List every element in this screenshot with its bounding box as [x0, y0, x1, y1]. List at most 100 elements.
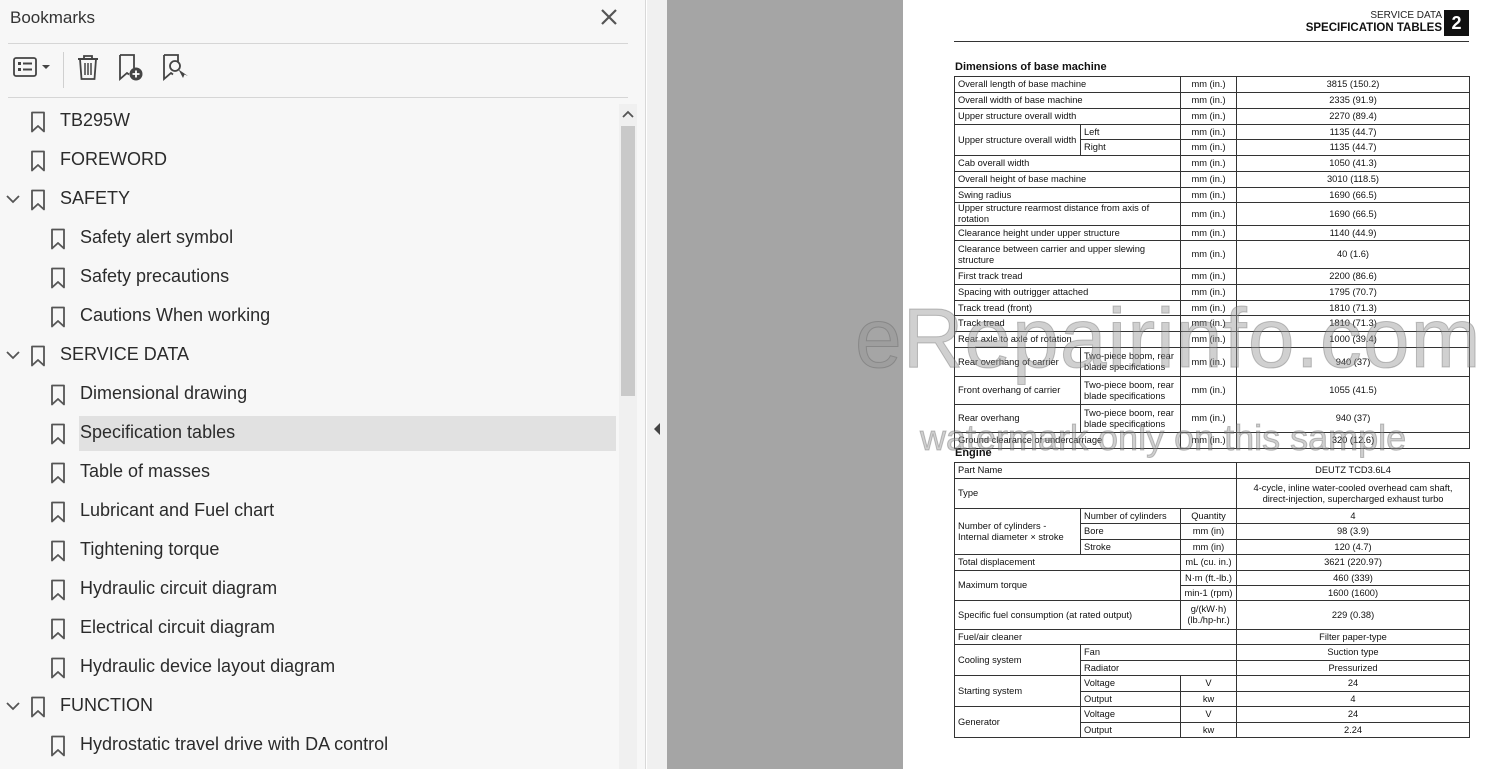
table-cell: Overall width of base machine [953, 92, 1182, 109]
bookmark-icon [50, 228, 66, 250]
dimensions-heading: Dimensions of base machine [955, 61, 1107, 73]
page-title: SPECIFICATION TABLES [1305, 22, 1442, 34]
delete-bookmark-button[interactable] [72, 52, 104, 86]
table-cell: Two-piece boom, rear blade specification… [1079, 376, 1182, 405]
bookmark-label: Specification tables [80, 422, 236, 442]
table-cell: min-1 (rpm) [1179, 585, 1238, 601]
bookmark-item[interactable]: SERVICE DATA [0, 338, 616, 372]
table-cell: 2200 (86.6) [1236, 268, 1471, 285]
table-cell: 229 (0.38) [1236, 600, 1471, 630]
table-cell: 4 [1236, 508, 1471, 524]
table-cell: Cooling system [954, 644, 1081, 676]
table-cell: 3815 (150.2) [1236, 76, 1471, 93]
table-cell: Rear axle to axle of rotation [953, 331, 1182, 348]
table-cell: 24 [1236, 675, 1471, 692]
document-page: SERVICE DATA SPECIFICATION TABLES 2 Dime… [903, 0, 1499, 769]
table-cell: 940 (37) [1236, 347, 1471, 377]
table-cell: mL (cu. in.) [1179, 554, 1238, 571]
table-cell: 1600 (1600) [1236, 585, 1471, 601]
bookmark-item[interactable]: Lubricant and Fuel chart [0, 494, 616, 528]
bookmark-icon [50, 579, 66, 601]
delete-icon [75, 53, 101, 86]
bookmark-label: FOREWORD [60, 149, 167, 169]
bookmark-item[interactable]: Tightening torque [0, 533, 616, 567]
panel-splitter[interactable] [647, 0, 667, 769]
table-cell: 3010 (118.5) [1236, 171, 1471, 188]
bookmark-item[interactable]: FOREWORD [0, 143, 616, 177]
find-bookmark-button[interactable] [156, 52, 192, 86]
table-cell: Number of cylinders - Internal diameter … [954, 508, 1081, 555]
bookmark-item[interactable]: Electrical circuit diagram [0, 611, 616, 645]
table-cell: mm (in.) [1180, 225, 1238, 241]
table-cell: Bore [1080, 523, 1181, 540]
bookmark-label: Tightening torque [80, 539, 220, 559]
bookmark-item[interactable]: TB295W [0, 104, 616, 138]
document-background [667, 0, 903, 769]
table-cell: Clearance between carrier and upper slew… [953, 240, 1182, 269]
table-cell: mm (in.) [1180, 315, 1238, 332]
table-cell: Upper structure overall width [953, 108, 1182, 125]
table-cell: 1690 (66.5) [1236, 202, 1471, 226]
bookmark-item[interactable]: Hydraulic device layout diagram [0, 650, 616, 684]
table-cell: Fan [1079, 644, 1238, 661]
table-cell: mm (in.) [1180, 432, 1238, 449]
add-bookmark-button[interactable] [112, 52, 148, 86]
table-cell: mm (in.) [1180, 202, 1238, 226]
bookmark-label: TB295W [60, 110, 131, 130]
table-cell: mm (in.) [1180, 155, 1238, 172]
table-cell: 98 (3.9) [1236, 523, 1471, 540]
table-cell: mm (in.) [1180, 124, 1238, 140]
bookmark-item[interactable]: Dimensional drawing [0, 377, 616, 411]
scrollbar-thumb[interactable] [621, 126, 635, 396]
bookmark-icon [50, 423, 66, 445]
bookmark-item[interactable]: SAFETY [0, 182, 616, 216]
table-cell: mm (in.) [1180, 347, 1238, 377]
bookmark-item[interactable]: Safety precautions [0, 260, 616, 294]
table-cell: 1055 (41.5) [1236, 376, 1471, 405]
table-cell: 1810 (71.3) [1236, 315, 1471, 332]
scrollbar[interactable] [619, 104, 637, 769]
chevron-down-icon[interactable] [4, 346, 22, 364]
bookmark-item[interactable]: Hydraulic circuit diagram [0, 572, 616, 606]
bookmark-tree: TB295W FOREWORD SAFETY Safety alert symbol S… [0, 104, 616, 769]
add-bookmark-icon [115, 52, 145, 87]
table-cell: Upper structure overall width [954, 124, 1081, 156]
bookmark-icon [50, 306, 66, 328]
bookmark-icon [50, 267, 66, 289]
toolbar-divider [63, 52, 64, 88]
table-cell: 320 (12.6) [1236, 432, 1471, 449]
table-cell: Rear overhang [954, 404, 1081, 433]
bookmark-item[interactable]: Safety alert symbol [0, 221, 616, 255]
bookmark-item[interactable]: Specification tables [0, 416, 616, 451]
panel-title: Bookmarks [10, 8, 96, 27]
collapse-panel-icon[interactable] [651, 420, 663, 438]
table-cell: 2.24 [1236, 722, 1471, 738]
bookmark-label: Hydrostatic travel drive with DA control [80, 734, 389, 754]
bookmark-icon [50, 657, 66, 679]
chevron-down-icon[interactable] [4, 697, 22, 715]
table-cell: 3621 (220.97) [1236, 554, 1471, 571]
bookmark-icon [30, 189, 46, 211]
bookmark-item[interactable]: Cautions When working [0, 299, 616, 333]
engine-heading: Engine [955, 447, 992, 459]
options-menu-button[interactable] [8, 52, 54, 86]
bookmark-item[interactable]: FUNCTION [0, 689, 616, 723]
table-cell: Filter paper-type [1236, 629, 1471, 645]
table-cell: Part Name [953, 462, 1238, 479]
table-cell: mm (in.) [1180, 92, 1238, 109]
table-cell: 1135 (44.7) [1236, 124, 1471, 140]
table-cell: Total displacement [954, 554, 1181, 571]
table-cell: N·m (ft.-lb.) [1179, 570, 1238, 586]
chevron-down-icon[interactable] [4, 190, 22, 208]
bookmark-icon [50, 540, 66, 562]
bookmarks-panel: Bookmarks TB295W FOREWORD SAFETY Safety … [0, 0, 646, 769]
scroll-up-icon[interactable] [619, 106, 637, 124]
close-icon[interactable] [598, 6, 620, 28]
table-cell: 1795 (70.7) [1236, 284, 1471, 301]
bookmark-item[interactable]: Table of masses [0, 455, 616, 489]
table-cell: mm (in.) [1180, 240, 1238, 269]
engine-table: Part Name DEUTZ TCD3.6L4 Type 4-cycle, inl… [953, 462, 1471, 738]
table-cell: mm (in.) [1180, 300, 1238, 316]
bookmark-item[interactable]: Hydrostatic travel drive with DA control [0, 728, 616, 762]
bookmark-icon [30, 345, 46, 367]
